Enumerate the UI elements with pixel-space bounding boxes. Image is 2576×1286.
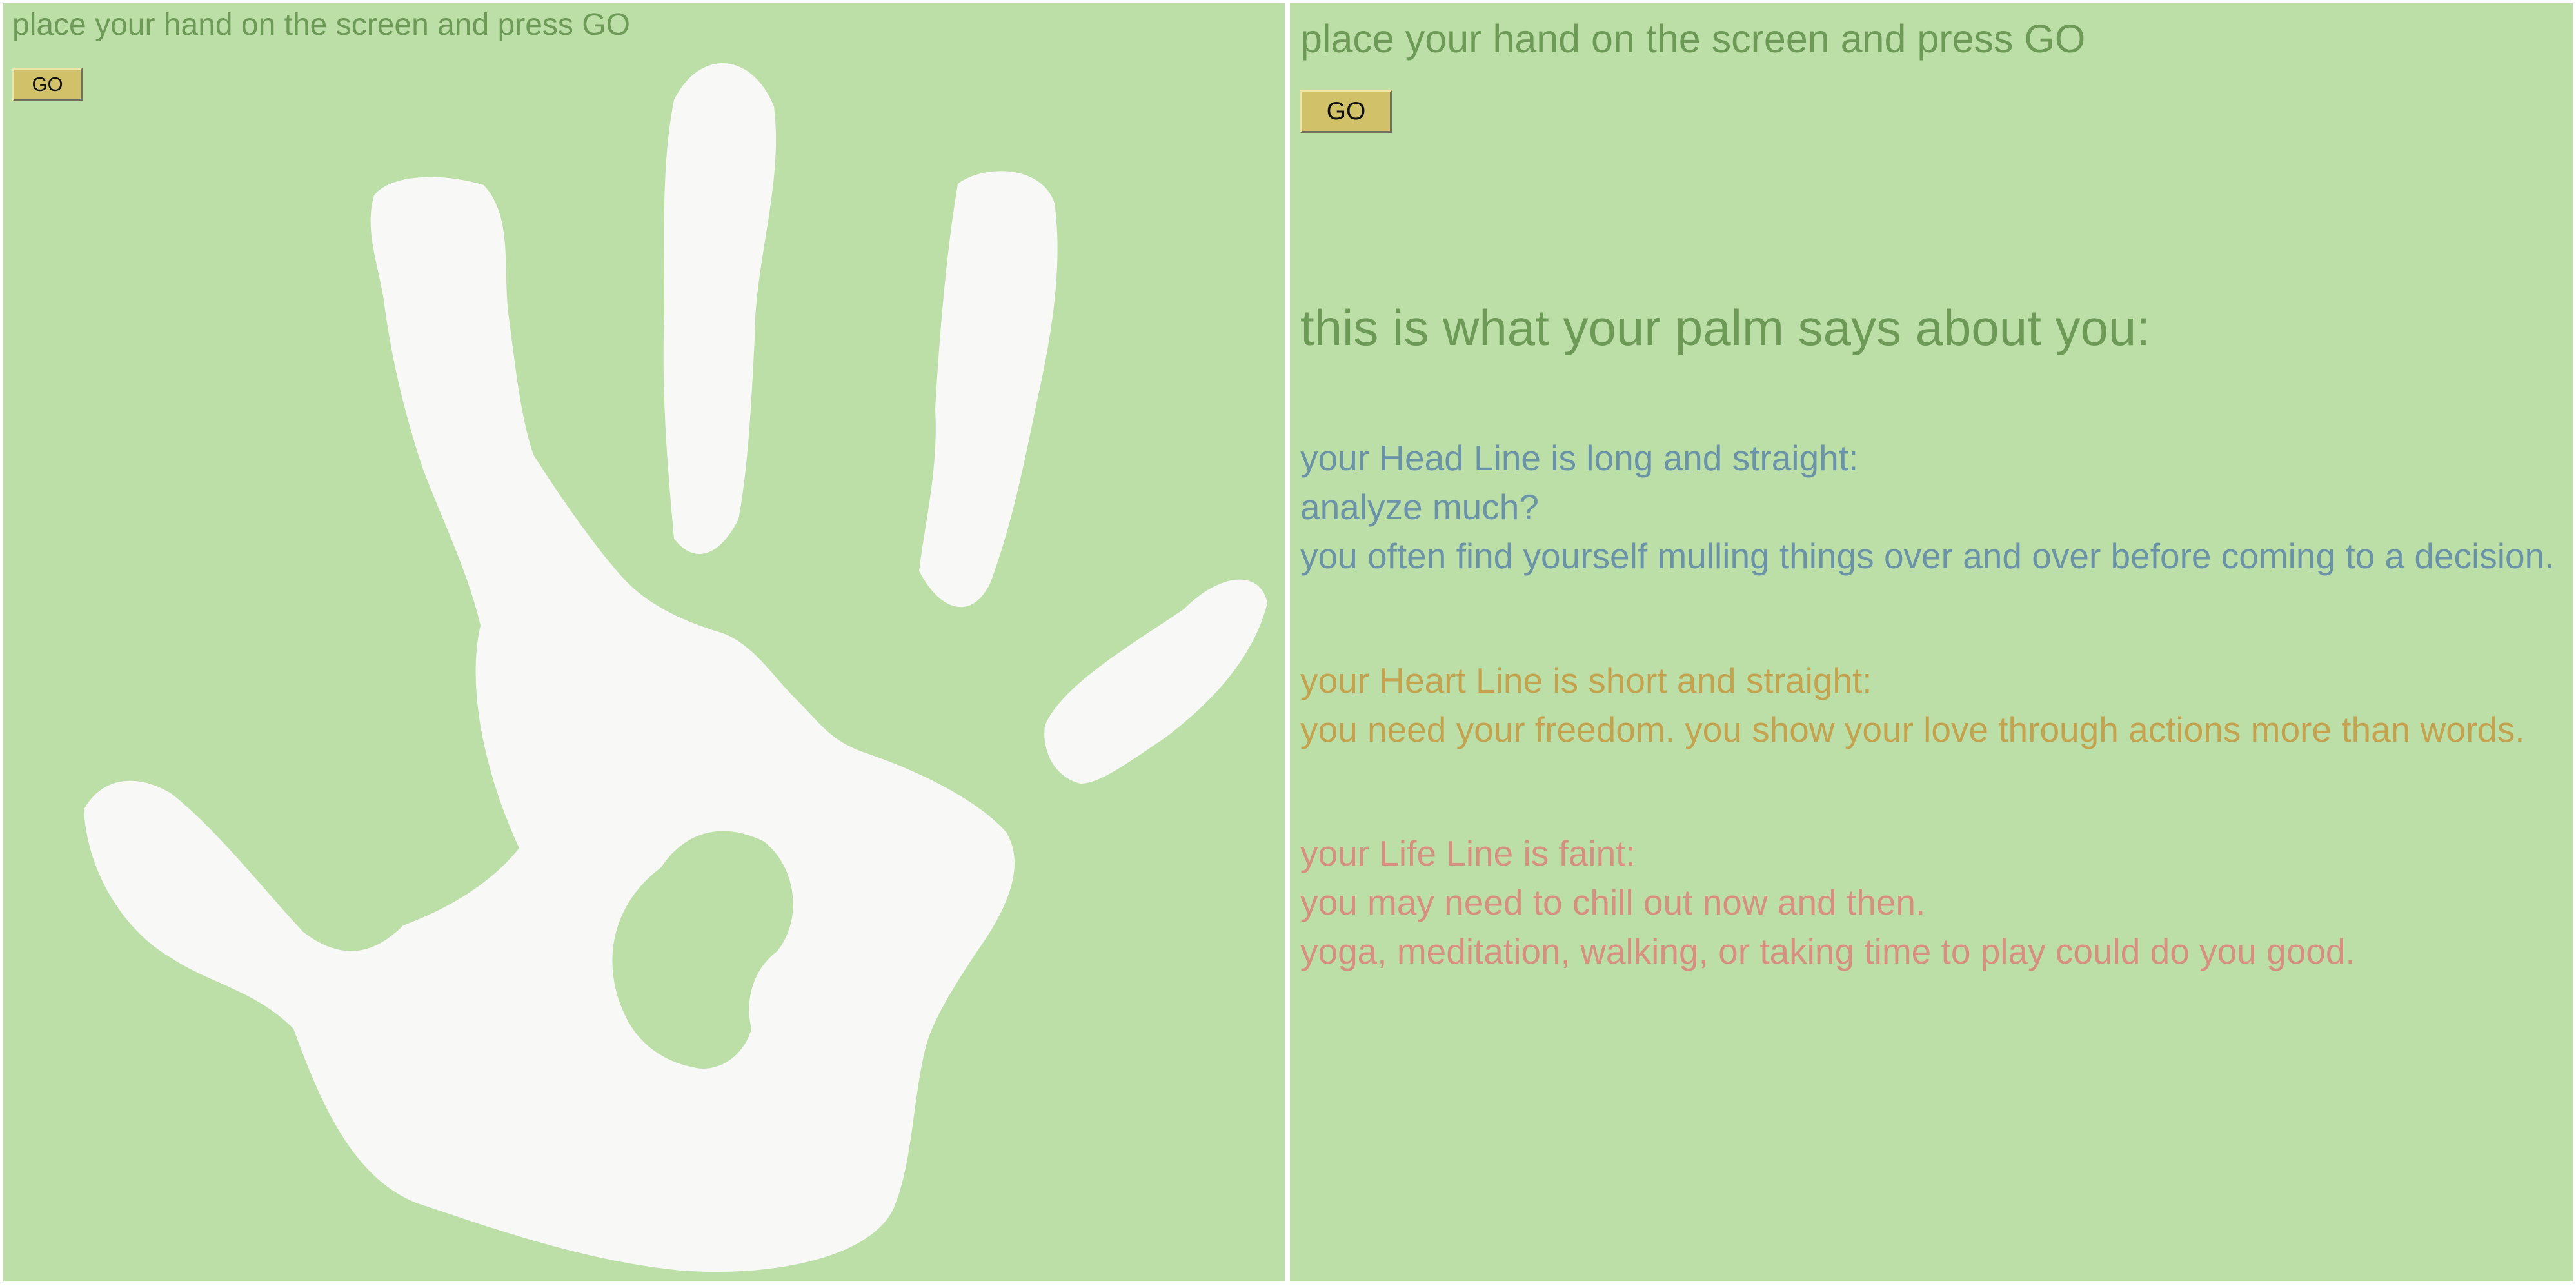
- instruction-text: place your hand on the screen and press …: [12, 8, 630, 42]
- palm-reading-screen: place your hand on the screen and press …: [1290, 3, 2573, 1281]
- life-line-reading: your Life Line is faint: you may need to…: [1300, 829, 2355, 976]
- instruction-text: place your hand on the screen and press …: [1300, 17, 2086, 61]
- go-button[interactable]: GO: [12, 68, 83, 101]
- heart-line-reading: your Heart Line is short and straight: y…: [1300, 656, 2525, 754]
- heart-line-text: you need your freedom. you show your lov…: [1300, 709, 2525, 749]
- head-line-text: analyze much?: [1300, 487, 1539, 527]
- life-line-text: yoga, meditation, walking, or taking tim…: [1300, 931, 2355, 971]
- head-line-text: you often find yourself mulling things o…: [1300, 536, 2555, 576]
- palm-reading-heading: this is what your palm says about you:: [1300, 299, 2150, 356]
- heart-line-title: your Heart Line is short and straight:: [1300, 660, 1872, 700]
- go-button[interactable]: GO: [1300, 90, 1392, 133]
- head-line-reading: your Head Line is long and straight: ana…: [1300, 433, 2554, 580]
- handprint-icon: [84, 63, 1267, 1272]
- hand-scan-screen[interactable]: place your hand on the screen and press …: [3, 3, 1285, 1281]
- life-line-text: you may need to chill out now and then.: [1300, 882, 1926, 922]
- head-line-title: your Head Line is long and straight:: [1300, 438, 1859, 478]
- life-line-title: your Life Line is faint:: [1300, 833, 1636, 873]
